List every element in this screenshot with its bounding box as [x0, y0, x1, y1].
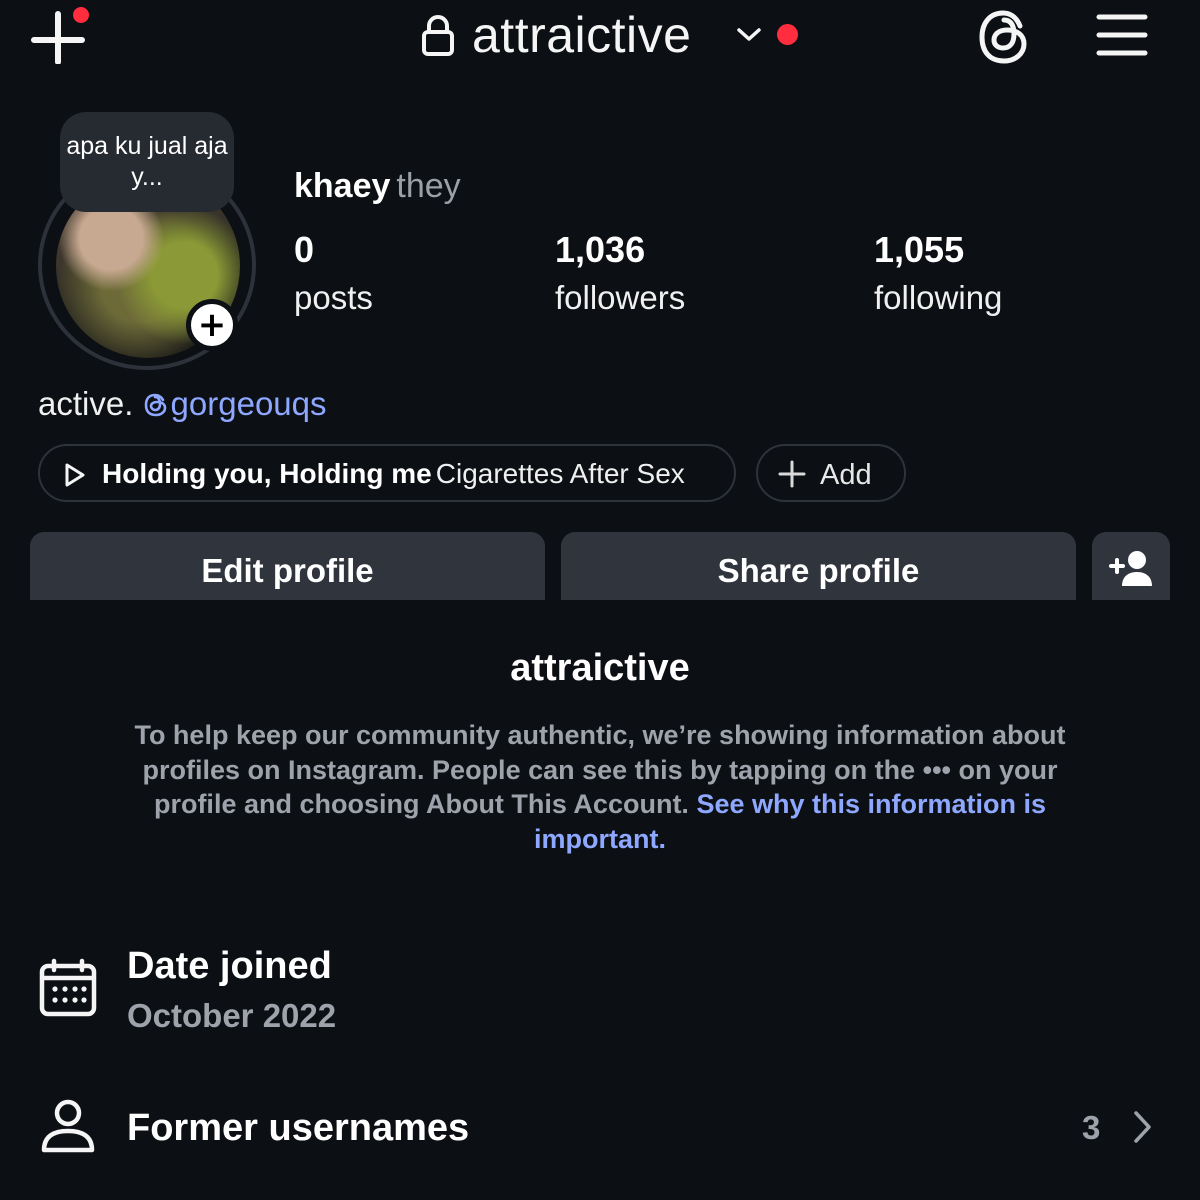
top-bar: attraictive — [0, 0, 1200, 80]
person-icon — [38, 1098, 98, 1156]
song-artist: Cigarettes After Sex — [435, 458, 685, 489]
stat-posts[interactable]: 0 posts — [294, 226, 373, 322]
notification-dot — [70, 4, 92, 26]
stat-followers[interactable]: 1,036 followers — [555, 226, 685, 322]
stat-value: 0 — [294, 229, 315, 270]
play-icon — [64, 462, 86, 488]
stat-label: posts — [294, 279, 373, 316]
threads-badge-icon — [144, 393, 166, 417]
bio-text: active. — [38, 385, 134, 422]
discover-people-button[interactable] — [1092, 532, 1170, 600]
share-profile-button[interactable]: Share profile — [561, 532, 1076, 600]
threads-icon[interactable] — [976, 8, 1032, 66]
display-name: khaey — [294, 167, 391, 205]
song-info: Holding you, Holding me Cigarettes After … — [102, 456, 685, 492]
music-chip[interactable]: Holding you, Holding me Cigarettes After … — [38, 444, 736, 502]
stat-following[interactable]: 1,055 following — [874, 226, 1002, 322]
add-link-chip[interactable]: Add — [756, 444, 906, 502]
edit-profile-button[interactable]: Edit profile — [30, 532, 545, 600]
note-bubble[interactable]: apa ku jual aja y... — [60, 112, 234, 212]
stat-value: 1,055 — [874, 229, 965, 270]
chevron-right-icon[interactable] — [1128, 1108, 1156, 1146]
chevron-down-icon[interactable] — [735, 22, 763, 46]
lock-icon — [420, 14, 456, 56]
former-usernames-count: 3 — [1082, 1109, 1101, 1146]
profile-name: khaey they — [294, 165, 461, 207]
plus-icon-small — [778, 454, 806, 502]
add-label: Add — [820, 459, 872, 491]
menu-icon[interactable] — [1096, 12, 1148, 58]
account-notification-dot — [777, 24, 798, 45]
plus-small-icon: + — [197, 305, 227, 345]
date-joined-value: October 2022 — [127, 997, 337, 1034]
about-title: attraictive — [510, 647, 690, 689]
add-story-button[interactable]: + — [186, 299, 238, 351]
stat-value: 1,036 — [555, 229, 646, 270]
bio: active. gorgeouqs — [38, 382, 327, 426]
stat-label: following — [874, 279, 1003, 316]
calendar-icon — [38, 958, 98, 1018]
threads-link[interactable]: gorgeouqs — [143, 385, 327, 422]
account-switcher[interactable]: attraictive — [472, 4, 691, 66]
song-title: Holding you, Holding me — [102, 458, 432, 489]
person-add-icon — [1109, 551, 1152, 586]
about-description: To help keep our community authentic, we… — [100, 718, 1100, 856]
threads-handle: gorgeouqs — [170, 385, 327, 422]
former-usernames-row[interactable]: Former usernames — [127, 1104, 469, 1152]
pronouns: they — [396, 167, 461, 205]
date-joined-label: Date joined — [127, 945, 332, 987]
stat-label: followers — [555, 279, 686, 316]
